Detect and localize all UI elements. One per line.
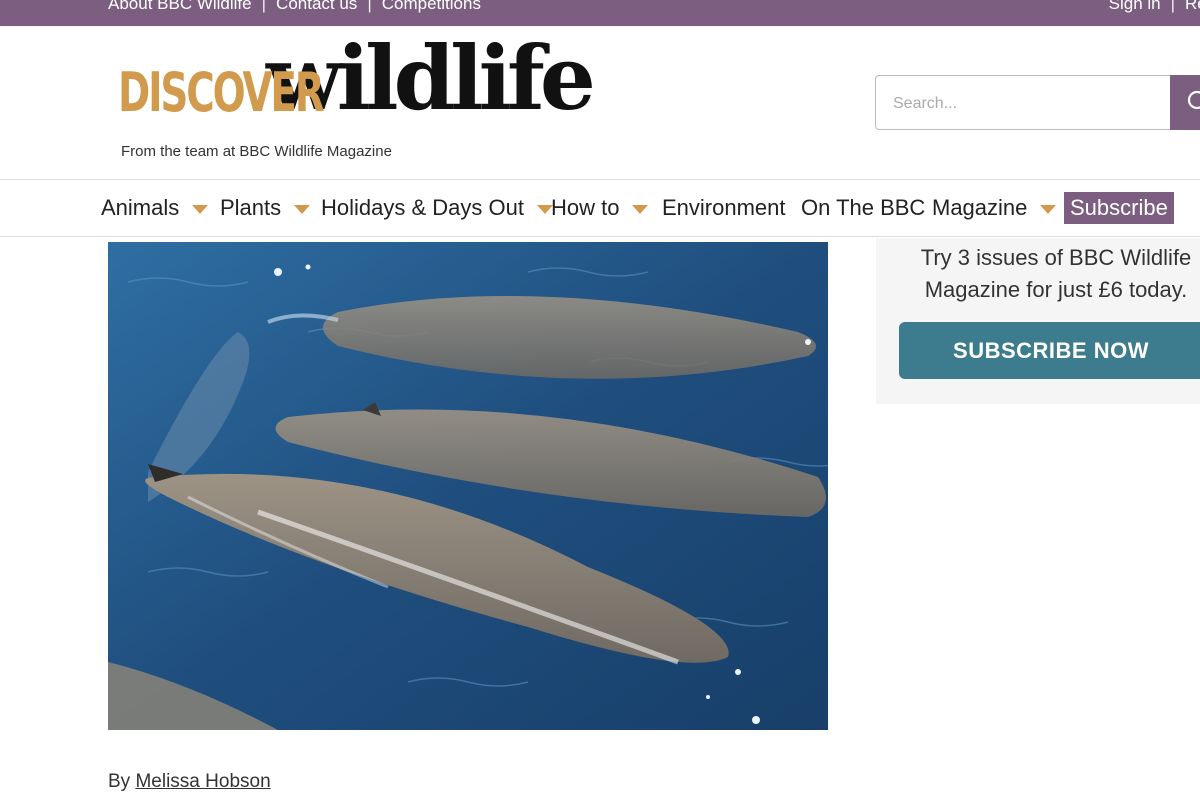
nav-label: Environment — [662, 195, 786, 220]
about-link[interactable]: About BBC Wildlife — [108, 0, 252, 14]
competitions-link[interactable]: Competitions — [382, 0, 481, 14]
promo-line-2: Magazine for just £6 today. — [924, 277, 1188, 302]
nav-environment[interactable]: Environment — [662, 180, 786, 236]
separator: | — [367, 0, 372, 13]
separator: | — [261, 0, 267, 13]
caret-down-icon — [294, 204, 311, 214]
byline: By Melissa Hobson — [108, 771, 271, 793]
nav-plants[interactable]: Plants — [220, 180, 311, 236]
account-links: Sign in | Regi — [1109, 0, 1200, 14]
nav-label: Plants — [220, 195, 282, 220]
promo-line-1: Try 3 issues of BBC Wildlife — [920, 245, 1192, 270]
register-link[interactable]: Regi — [1185, 0, 1200, 14]
whales-photo — [108, 242, 828, 730]
search-box — [875, 75, 1200, 131]
subscription-promo: Try 3 issues of BBC Wildlife Magazine fo… — [876, 238, 1200, 404]
separator: | — [1170, 0, 1176, 13]
caret-down-icon — [1040, 204, 1057, 214]
tagline: From the team at BBC Wildlife Magazine — [121, 143, 392, 160]
caret-down-icon — [632, 204, 649, 214]
article-hero-image — [108, 242, 828, 730]
nav-magazine[interactable]: Magazine — [932, 180, 1057, 236]
search-button[interactable] — [1170, 75, 1200, 130]
site-logo[interactable]: DISCOVER wildlife — [118, 34, 596, 124]
contact-link[interactable]: Contact us — [276, 0, 357, 14]
promo-text: Try 3 issues of BBC Wildlife Magazine fo… — [876, 242, 1200, 306]
nav-label: Holidays & Days Out — [321, 195, 524, 220]
logo-discover-text: DISCOVER — [118, 61, 325, 124]
nav-on-the-bbc[interactable]: On The BBC — [801, 180, 925, 236]
utility-links: About BBC Wildlife | Contact us | Compet… — [108, 0, 481, 14]
author-link[interactable]: Melissa Hobson — [135, 771, 270, 792]
caret-down-icon — [192, 204, 209, 214]
nav-how-to[interactable]: How to — [551, 180, 649, 236]
subscribe-now-button[interactable]: SUBSCRIBE NOW — [899, 322, 1200, 379]
nav-label: Animals — [101, 195, 180, 220]
nav-label: How to — [551, 195, 620, 220]
sign-in-link[interactable]: Sign in — [1109, 0, 1161, 14]
nav-holidays[interactable]: Holidays & Days Out — [321, 180, 553, 236]
utility-bar: About BBC Wildlife | Contact us | Compet… — [0, 0, 1200, 26]
nav-label: Magazine — [932, 195, 1028, 220]
search-icon — [1187, 90, 1200, 110]
search-input[interactable] — [876, 76, 1185, 131]
nav-animals[interactable]: Animals — [101, 180, 209, 236]
nav-label: On The BBC — [801, 195, 926, 220]
byline-prefix: By — [108, 771, 131, 792]
main-nav: Animals Plants Holidays & Days Out How t… — [0, 179, 1200, 237]
nav-subscribe-button[interactable]: Subscribe — [1064, 192, 1174, 224]
